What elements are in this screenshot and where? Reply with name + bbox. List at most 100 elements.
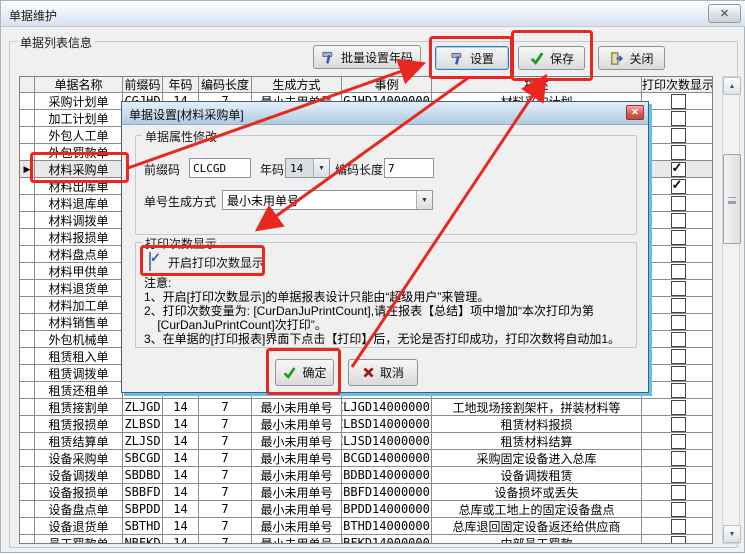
cell-print-checkbox[interactable] xyxy=(642,93,713,110)
table-row[interactable]: 设备盘点单 SBPDD 14 7 最小未用单号 SBPDD140000001 总… xyxy=(20,501,713,518)
print-count-checkbox[interactable] xyxy=(671,128,686,143)
cell-name: 外包罚款单 xyxy=(35,144,123,161)
close-button[interactable]: 关闭 xyxy=(598,46,665,70)
cell-print-checkbox[interactable] xyxy=(642,399,713,416)
cell-print-checkbox[interactable] xyxy=(642,501,713,518)
print-count-checkbox[interactable] xyxy=(671,196,686,211)
save-button[interactable]: 保存 xyxy=(518,46,585,70)
cell-print-checkbox[interactable] xyxy=(642,178,713,195)
year-value: 14 xyxy=(286,159,313,177)
cell-name: 租赁调拨单 xyxy=(35,365,123,382)
cancel-button[interactable]: 取消 xyxy=(348,359,418,386)
scrollbar-thumb[interactable] xyxy=(723,154,741,244)
cell-prefix: SBCGD xyxy=(123,450,163,467)
print-count-checkbox[interactable] xyxy=(671,111,686,126)
cell-print-checkbox[interactable] xyxy=(642,365,713,382)
cell-print-checkbox[interactable] xyxy=(642,348,713,365)
cell-print-checkbox[interactable] xyxy=(642,467,713,484)
enable-print-count-checkbox[interactable] xyxy=(149,252,151,271)
cell-print-checkbox[interactable] xyxy=(642,161,713,178)
cell-print-checkbox[interactable] xyxy=(642,484,713,501)
table-row[interactable]: 租赁结算单 ZLJSD 14 7 最小未用单号 ZLJSD140000001 租… xyxy=(20,433,713,450)
cell-print-checkbox[interactable] xyxy=(642,280,713,297)
print-count-checkbox[interactable] xyxy=(671,179,686,194)
print-count-checkbox[interactable] xyxy=(671,247,686,262)
cell-sample: ZLJSD140000001 xyxy=(342,433,432,450)
row-selector-cell xyxy=(20,246,35,263)
print-count-checkbox[interactable] xyxy=(671,434,686,449)
print-count-checkbox[interactable] xyxy=(671,502,686,517)
table-row[interactable]: 租赁接割单 ZLJGD 14 7 最小未用单号 ZLJGD140000001 工… xyxy=(20,399,713,416)
header-code-length: 编码长度 xyxy=(199,77,252,93)
cell-sample: ZLBSD140000001 xyxy=(342,416,432,433)
cell-print-checkbox[interactable] xyxy=(642,450,713,467)
print-count-checkbox[interactable] xyxy=(671,315,686,330)
print-count-checkbox[interactable] xyxy=(671,485,686,500)
cell-name: 材料甲供单 xyxy=(35,263,123,280)
cell-print-checkbox[interactable] xyxy=(642,229,713,246)
print-count-checkbox[interactable] xyxy=(671,162,686,177)
table-row[interactable]: 设备退货单 SBTHD 14 7 最小未用单号 SBTHD140000001 总… xyxy=(20,518,713,535)
cell-print-checkbox[interactable] xyxy=(642,297,713,314)
cell-prefix: ZLJGD xyxy=(123,399,163,416)
cell-prefix: SBTHD xyxy=(123,518,163,535)
code-length-value: 7 xyxy=(388,162,395,175)
batch-set-year-button[interactable]: 批量设置年码 xyxy=(313,45,421,69)
print-count-checkbox[interactable] xyxy=(671,94,686,109)
window-close-button[interactable]: ✕ xyxy=(708,4,741,23)
cell-print-checkbox[interactable] xyxy=(642,110,713,127)
table-row[interactable]: 设备采购单 SBCGD 14 7 最小未用单号 SBCGD140000001 采… xyxy=(20,450,713,467)
cell-print-checkbox[interactable] xyxy=(642,195,713,212)
print-count-checkbox[interactable] xyxy=(671,145,686,160)
print-count-checkbox[interactable] xyxy=(671,298,686,313)
print-count-checkbox[interactable] xyxy=(671,417,686,432)
vertical-scrollbar[interactable]: ▲ ▼ xyxy=(722,76,740,544)
cell-print-checkbox[interactable] xyxy=(642,331,713,348)
cell-name: 材料加工单 xyxy=(35,297,123,314)
print-count-checkbox[interactable] xyxy=(671,519,686,534)
print-count-checkbox[interactable] xyxy=(671,213,686,228)
print-count-checkbox[interactable] xyxy=(671,264,686,279)
thumb-grip-icon xyxy=(728,197,736,202)
print-count-checkbox[interactable] xyxy=(671,536,686,545)
settings-button[interactable]: 设置 xyxy=(435,46,509,70)
table-row[interactable]: 租赁报损单 ZLBSD 14 7 最小未用单号 ZLBSD140000001 租… xyxy=(20,416,713,433)
table-row[interactable]: 设备调拨单 SBDBD 14 7 最小未用单号 SBDBD140000001 设… xyxy=(20,467,713,484)
cell-prefix: ZLBSD xyxy=(123,416,163,433)
cell-print-checkbox[interactable] xyxy=(642,263,713,280)
cell-print-checkbox[interactable] xyxy=(642,518,713,535)
cell-print-checkbox[interactable] xyxy=(642,144,713,161)
prefix-input[interactable]: CLCGD xyxy=(189,158,251,178)
cell-print-checkbox[interactable] xyxy=(642,382,713,399)
cell-print-checkbox[interactable] xyxy=(642,433,713,450)
ok-button[interactable]: 确定 xyxy=(275,359,334,386)
cell-print-checkbox[interactable] xyxy=(642,314,713,331)
dialog-close-button[interactable]: ✕ xyxy=(626,105,644,120)
print-count-checkbox[interactable] xyxy=(671,349,686,364)
cell-year: 14 xyxy=(163,399,199,416)
cell-print-checkbox[interactable] xyxy=(642,127,713,144)
scroll-down-button[interactable]: ▼ xyxy=(723,525,741,543)
code-length-input[interactable]: 7 xyxy=(384,158,434,178)
print-count-checkbox[interactable] xyxy=(671,451,686,466)
print-count-checkbox[interactable] xyxy=(671,230,686,245)
gen-mode-select[interactable]: 最小未用单号 ▼ xyxy=(222,190,433,210)
row-selector-cell xyxy=(20,212,35,229)
print-count-checkbox[interactable] xyxy=(671,281,686,296)
table-row[interactable]: 员工罚款单 NBFKD 14 7 最小未用单号 NBFKD140000001 内… xyxy=(20,535,713,544)
cell-print-checkbox[interactable] xyxy=(642,535,713,544)
cell-print-checkbox[interactable] xyxy=(642,416,713,433)
print-count-checkbox[interactable] xyxy=(671,400,686,415)
chevron-down-icon[interactable]: ▼ xyxy=(416,191,432,209)
cell-print-checkbox[interactable] xyxy=(642,246,713,263)
print-count-checkbox[interactable] xyxy=(671,383,686,398)
print-count-checkbox[interactable] xyxy=(671,332,686,347)
row-selector-cell xyxy=(20,127,35,144)
print-count-checkbox[interactable] xyxy=(671,468,686,483)
cell-print-checkbox[interactable] xyxy=(642,212,713,229)
table-row[interactable]: 设备报损单 SBBFD 14 7 最小未用单号 SBBFD140000001 设… xyxy=(20,484,713,501)
scroll-up-button[interactable]: ▲ xyxy=(723,77,741,95)
print-count-checkbox[interactable] xyxy=(671,366,686,381)
year-select[interactable]: 14 ▼ xyxy=(285,158,330,178)
chevron-down-icon[interactable]: ▼ xyxy=(313,159,329,177)
